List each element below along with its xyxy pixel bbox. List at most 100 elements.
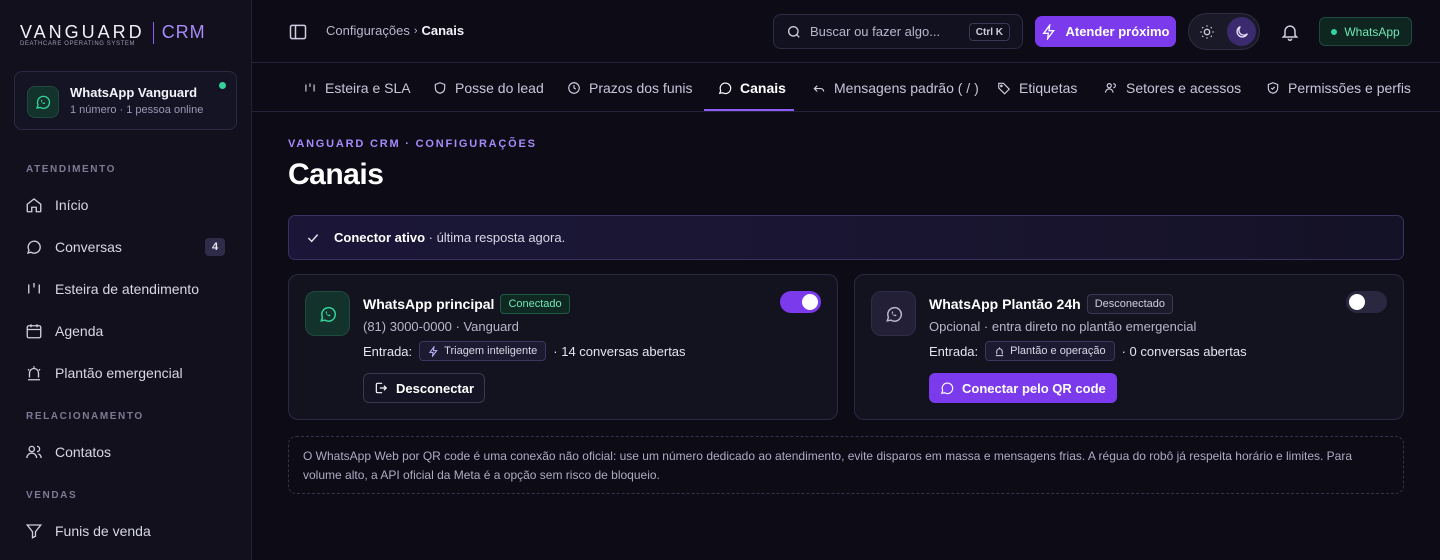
tab-label: Esteira e SLA [325, 79, 411, 96]
tab-label: Mensagens padrão ( / ) [834, 79, 979, 96]
status-badge: Desconectado [1086, 294, 1174, 314]
channel-name: WhatsApp principal [363, 296, 495, 312]
tab-setores-acessos[interactable]: Setores e acessos [1104, 63, 1241, 112]
unread-count-badge: 4 [205, 238, 225, 256]
sidebar-item-label: Contatos [55, 444, 112, 460]
entry-route-label: Plantão e operação [1010, 345, 1106, 357]
channel-subtitle: (81) 3000-0000 · Vanguard [363, 319, 519, 334]
brand-logo[interactable]: VANGUARD CRM DEATHCARE OPERATING SYSTEM [20, 22, 240, 52]
workspace-subtitle: 1 número · 1 pessoa online [70, 104, 204, 116]
channel-name: WhatsApp Plantão 24h [929, 296, 1081, 312]
tab-label: Permissões e perfis [1288, 79, 1411, 96]
workspace-card[interactable]: WhatsApp Vanguard 1 número · 1 pessoa on… [14, 71, 237, 130]
sidebar-item-label: Agenda [55, 323, 104, 339]
entry-route-chip[interactable]: Triagem inteligente [419, 341, 547, 361]
toggle-knob [802, 294, 818, 310]
status-badge: Conectado [500, 294, 570, 314]
whatsapp-icon [305, 291, 350, 336]
funnel-icon [25, 522, 43, 540]
sidebar-item-label: Funis de venda [55, 523, 151, 539]
page-eyebrow: VANGUARD CRM · CONFIGURAÇÕES [288, 138, 537, 150]
tab-canais[interactable]: Canais [718, 63, 786, 112]
lightning-icon [1041, 23, 1057, 40]
tab-mensagens-padrao[interactable]: Mensagens padrão ( / ) [812, 63, 979, 112]
sidebar-item-label: Esteira de atendimento [55, 281, 199, 297]
sidebar-item-agenda[interactable]: Agenda [14, 313, 237, 349]
tab-label: Canais [740, 79, 786, 96]
channel-entry-row: Entrada: Plantão e operação · 0 conversa… [929, 341, 1247, 361]
sidebar-item-label: Início [55, 197, 89, 213]
workspace-title: WhatsApp Vanguard [70, 85, 198, 100]
sun-icon[interactable] [1197, 22, 1217, 42]
tab-permissoes-perfis[interactable]: Permissões e perfis [1266, 63, 1411, 112]
check-icon [305, 230, 321, 246]
breadcrumb-separator-icon: › [413, 24, 418, 37]
notifications-bell-icon[interactable] [1280, 22, 1300, 42]
sidebar-item-funis[interactable]: Funis de venda [14, 513, 237, 549]
whatsapp-icon [871, 291, 916, 336]
moon-icon[interactable] [1227, 17, 1256, 46]
users-icon [25, 443, 43, 461]
lightning-icon [428, 345, 439, 357]
section-label-atendimento: ATENDIMENTO [26, 164, 117, 175]
tab-posse-lead[interactable]: Posse do lead [433, 63, 544, 112]
theme-toggle[interactable] [1188, 13, 1260, 50]
breadcrumb: Configurações › Canais [326, 23, 464, 38]
search-icon [786, 24, 802, 40]
sidebar-item-contatos[interactable]: Contatos [14, 434, 237, 470]
tab-esteira-sla[interactable]: Esteira e SLA [303, 63, 411, 112]
active-tab-indicator [704, 109, 794, 111]
settings-tabs: Esteira e SLA Posse do lead Prazos dos f… [252, 63, 1440, 112]
connect-qr-button[interactable]: Conectar pelo QR code [929, 373, 1117, 403]
open-conversations-count: · 14 conversas abertas [553, 343, 686, 359]
search-placeholder: Buscar ou fazer algo... [810, 24, 941, 39]
channel-subtitle: Opcional · entra direto no plantão emerg… [929, 319, 1197, 334]
whatsapp-status-pill[interactable]: WhatsApp [1319, 17, 1412, 46]
tab-label: Prazos dos funis [589, 79, 693, 96]
disconnect-button[interactable]: Desconectar [363, 373, 486, 403]
page-title: Canais [288, 158, 384, 191]
sidebar-item-inicio[interactable]: Início [14, 187, 237, 223]
toggle-knob [1349, 294, 1365, 310]
open-conversations-count: · 0 conversas abertas [1121, 343, 1247, 359]
whatsapp-icon [718, 81, 732, 95]
whatsapp-icon [940, 381, 954, 395]
sidebar-item-plantao[interactable]: Plantão emergencial [14, 355, 237, 391]
tag-icon [997, 81, 1011, 95]
whatsapp-status-label: WhatsApp [1344, 24, 1400, 39]
connector-status-banner: Conector ativo · última resposta agora. [288, 215, 1404, 260]
channel-enabled-toggle[interactable] [1346, 291, 1387, 313]
online-status-dot [219, 82, 226, 89]
sidebar-item-label: Plantão emergencial [55, 365, 183, 381]
breadcrumb-current: Canais [421, 23, 465, 38]
tab-etiquetas[interactable]: Etiquetas [997, 63, 1077, 112]
breadcrumb-parent[interactable]: Configurações [326, 23, 410, 38]
tab-label: Setores e acessos [1126, 79, 1242, 96]
brand-divider [152, 22, 154, 44]
calendar-icon [25, 322, 43, 340]
search-input[interactable]: Buscar ou fazer algo... Ctrl K [773, 14, 1023, 49]
section-label-vendas: VENDAS [26, 490, 78, 501]
users-icon [1104, 81, 1118, 95]
sidebar-item-conversas[interactable]: Conversas 4 [14, 229, 237, 265]
sidebar-item-label: Conversas [55, 239, 122, 255]
channel-card-plantao: WhatsApp Plantão 24h Desconectado Opcion… [854, 274, 1404, 420]
attend-next-label: Atender próximo [1065, 24, 1170, 39]
sidebar-toggle-icon[interactable] [288, 22, 308, 42]
channel-card-principal: WhatsApp principal Conectado (81) 3000-0… [288, 274, 838, 420]
shield-icon [433, 81, 447, 95]
tab-prazos-funis[interactable]: Prazos dos funis [567, 63, 693, 112]
search-shortcut: Ctrl K [968, 23, 1010, 41]
tab-label: Posse do lead [455, 79, 544, 96]
channel-title-row: WhatsApp Plantão 24h Desconectado [929, 294, 1174, 314]
pipeline-icon [303, 81, 317, 95]
entry-route-label: Triagem inteligente [444, 345, 538, 357]
tab-label: Etiquetas [1019, 79, 1078, 96]
chat-bubble-icon [25, 238, 43, 256]
attend-next-button[interactable]: Atender próximo [1035, 16, 1176, 47]
home-icon [25, 196, 43, 214]
channel-enabled-toggle[interactable] [780, 291, 821, 313]
sidebar-item-esteira[interactable]: Esteira de atendimento [14, 271, 237, 307]
entry-route-chip[interactable]: Plantão e operação [985, 341, 1115, 361]
siren-icon [25, 364, 43, 382]
